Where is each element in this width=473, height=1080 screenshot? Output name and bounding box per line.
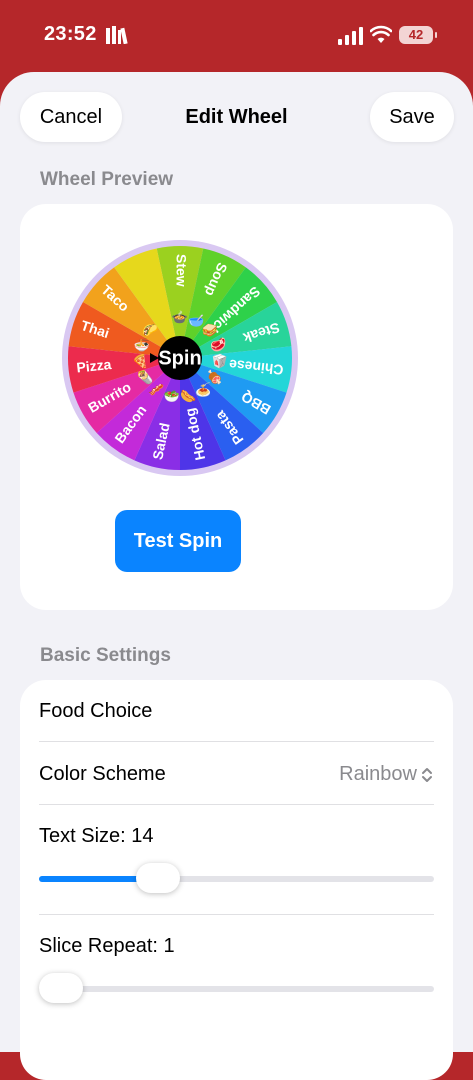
status-bar: 23:52 42 [0,0,473,72]
spin-label: Spin [158,347,201,369]
slice-repeat-slider[interactable] [39,973,434,1003]
color-scheme-label: Color Scheme [39,763,166,785]
cellular-signal-icon [338,27,363,45]
wheel-preview-card: Stew 🍲 Soup 🥣 Sandwich 🥪 Steak 🥩 Chinese 🥡 BBQ 🍖 Pas… [20,204,453,610]
wheel-slice-emoji: 🍲 [172,309,188,324]
battery-icon: 42 [399,26,437,44]
basic-settings-header: Basic Settings [40,645,171,666]
test-spin-button[interactable]: Test Spin [115,510,241,572]
color-scheme-picker[interactable]: Rainbow [339,763,417,786]
wifi-icon [370,25,392,43]
food-choice-field[interactable]: Food Choice [39,700,152,723]
wheel-slice-emoji: 🥩 [210,337,226,353]
library-icon [106,26,128,44]
edit-wheel-sheet: Cancel Edit Wheel Save Wheel Preview Ste… [0,72,473,1080]
wheel-slice-emoji: 🥡 [212,354,228,370]
wheel-slice-emoji: 🥗 [164,389,180,404]
spin-wheel[interactable]: Stew🍲Soup🥣 Sandwich🥪 Steak🥩Chinese🥡BBQ🍖Pas… [60,238,300,478]
divider [39,804,434,805]
slice-repeat-slider-thumb[interactable] [39,973,83,1003]
text-size-label: Text Size: 14 [39,825,154,847]
wheel-slice-label: Stew [173,254,189,287]
wheel-preview-header: Wheel Preview [40,169,174,190]
wheel-slice-emoji: 🌯 [137,369,153,385]
wheel-slice-emoji: 🌮 [142,323,158,338]
divider [39,741,434,742]
chevron-up-down-icon[interactable] [421,766,433,784]
basic-settings-card: Food Choice Color Scheme Rainbow Text Si… [20,680,453,1080]
text-size-slider-thumb[interactable] [135,863,180,893]
wheel-slice-emoji: 🥪 [202,323,218,338]
wheel-slice-emoji: 🍝 [195,382,211,397]
wheel-slice-emoji: 🌭 [180,389,196,404]
divider [39,914,434,915]
text-size-slider[interactable] [39,863,434,893]
save-button[interactable]: Save [370,92,454,142]
wheel-slice-emoji: 🍜 [134,337,150,352]
slice-repeat-label: Slice Repeat: 1 [39,935,175,957]
wheel-slice-emoji: 🍕 [132,354,148,369]
status-time: 23:52 [44,23,97,45]
